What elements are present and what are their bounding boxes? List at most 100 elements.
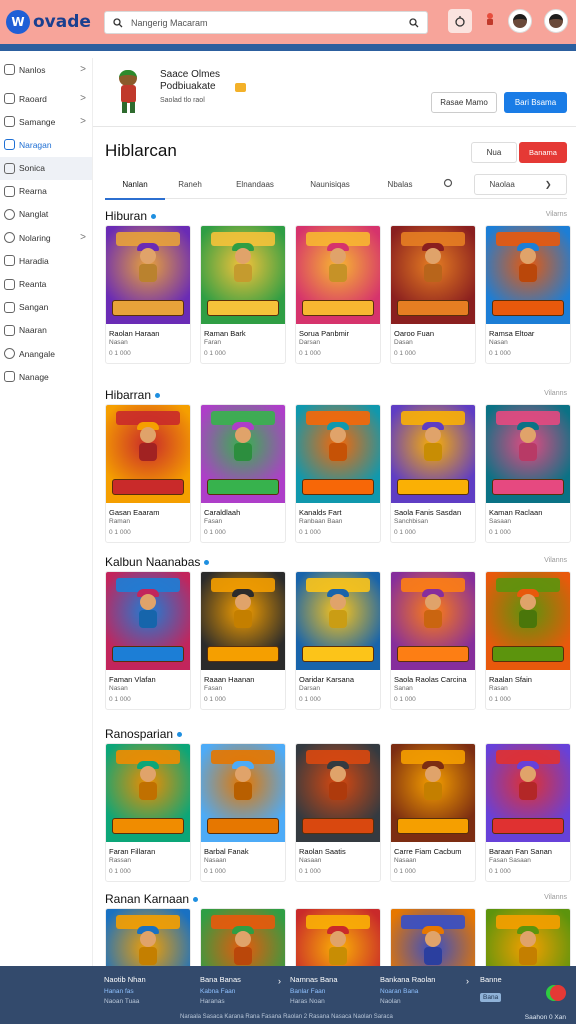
sidebar-item-3[interactable]: Samange > [0,110,92,133]
footer-col-title[interactable]: Bankana Raolan [380,975,435,984]
sidebar-item-8[interactable]: Nolaring > [0,226,92,249]
footer-col-5: Banne Bana [480,975,502,1002]
game-card[interactable]: Saola Raolas Carcina Sanan 0 1 000 [390,571,476,710]
notification-icon[interactable] [448,9,472,33]
game-card[interactable]: Raaan Haanan Fasan 0 1 000 [200,571,286,710]
search-box[interactable] [104,11,428,34]
ghost-button[interactable]: Nua [471,142,517,163]
sidebar-item-4[interactable]: Naragan [0,133,92,156]
game-card[interactable]: Saola Fanis Sasdan Sanchbisan 0 1 000 [390,404,476,543]
sidebar-item-14[interactable]: Nanage [0,365,92,388]
search-input[interactable] [131,17,409,28]
footer-link[interactable]: Banlar Faan [290,988,338,995]
tab-1[interactable]: Nanlan [105,171,165,200]
game-card[interactable]: Raman Bark Faran 0 1 000 [200,225,286,364]
sidebar-item-13[interactable]: Anangale [0,342,92,365]
game-card[interactable]: Gasan Eaaram Raman 0 1 000 [105,404,191,543]
game-card[interactable]: Sorua Panbmir Darsan 0 1 000 [295,225,381,364]
game-card[interactable]: Oaroo Fuan Dasan 0 1 000 [390,225,476,364]
footer-col-title[interactable]: Banne [480,975,502,984]
app-logo[interactable]: W ovade [6,10,91,34]
sort-select[interactable]: Naolaa ❯ [474,174,567,195]
chevron-right-icon: > [80,116,86,128]
game-card[interactable]: Raalan Sfain Rasan 0 1 000 [485,571,571,710]
game-thumbnail [486,572,570,670]
game-thumbnail [296,744,380,842]
floating-chat-button[interactable] [550,985,566,1001]
game-card[interactable]: Kaman Raclaan Sasaan 0 1 000 [485,404,571,543]
game-card[interactable]: Caraldlaah Fasan 0 1 000 [200,404,286,543]
game-card[interactable]: Raolan Saatis Nasaan 0 1 000 [295,743,381,882]
game-card[interactable] [105,908,191,966]
game-card[interactable]: Ramsa Eltoar Nasan 0 1 000 [485,225,571,364]
tab-search-icon[interactable] [443,178,453,191]
footer-link[interactable]: Noaran Bana [380,988,435,995]
section-title: Ranosparian [105,726,567,742]
sidebar-item-label: Sonica [19,163,45,174]
game-title-text: Kaman Raclaan [489,508,543,517]
footer-col-title[interactable]: Namnas Bana [290,975,338,984]
footer-link[interactable]: Haras Noan [290,998,338,1005]
sidebar-item-2[interactable]: Raoard > [0,87,92,110]
footer-col-3: Namnas Bana Banlar Faan Haras Noan [290,975,338,1005]
info-dot-icon [204,559,210,565]
profile-subtitle: Saolad tlo raol [160,97,205,104]
game-card[interactable]: Oaridar Karsana Darsan 0 1 000 [295,571,381,710]
game-card[interactable] [485,908,571,966]
game-card[interactable] [295,908,381,966]
tab-5[interactable]: Nbalas [365,171,435,199]
sidebar-item-11[interactable]: Sangan [0,296,92,319]
sidebar-item-label: Haradia [19,255,49,266]
game-card[interactable] [200,908,286,966]
view-all-link[interactable]: Vilarns [546,211,567,218]
red-action-button[interactable]: Banama [519,142,567,163]
footer: Naotib Nhan Hanan fas Naoan Tuaa Bana Ba… [0,966,576,1024]
game-card[interactable] [390,908,476,966]
grid-icon [4,64,15,75]
game-title: Faran Fillaran Rassan [109,847,189,865]
sidebar-item-label: Rearna [19,186,47,197]
game-card[interactable]: Faman Vlafan Nasan 0 1 000 [105,571,191,710]
sidebar-item-label: Naaran [19,325,47,336]
view-all-link[interactable]: Vilanns [544,390,567,397]
game-card[interactable]: Barbal Fanak Nasaan 0 1 000 [200,743,286,882]
footer-col-title[interactable]: Bana Banas [200,975,241,984]
tab-3[interactable]: Elnandaas [215,171,295,199]
game-subtitle: Sasaan [489,518,512,525]
sidebar-item-9[interactable]: Haradia [0,249,92,272]
sidebar-item-7[interactable]: Nanglat [0,203,92,226]
game-meta: 0 1 000 [109,350,131,357]
search-submit-icon[interactable] [409,17,419,28]
game-title: Oaridar Karsana Darsan [299,675,379,693]
view-all-link[interactable]: Vilanns [544,557,567,564]
secondary-action-button[interactable]: Rasae Mamo [431,92,497,113]
footer-badge[interactable]: Bana [480,993,502,1002]
footer-link[interactable]: Kabna Faan [200,988,241,995]
game-card[interactable]: Carre Fiam Cacbum Nasaan 0 1 000 [390,743,476,882]
sidebar-item-12[interactable]: Naaran [0,319,92,342]
footer-link[interactable]: Haranas [200,998,241,1005]
tab-2[interactable]: Raneh [165,171,215,199]
primary-action-button[interactable]: Bari Bsama [504,92,567,113]
game-card[interactable]: Raolan Haraan Nasan 0 1 000 [105,225,191,364]
game-card[interactable]: Baraan Fan Sanan Fasan Sasaan 0 1 000 [485,743,571,882]
game-card[interactable]: Faran Fillaran Rassan 0 1 000 [105,743,191,882]
footer-link[interactable]: Naolan [380,998,435,1005]
footer-link[interactable]: Naoan Tuaa [104,998,146,1005]
game-thumbnail [106,405,190,503]
sidebar-item-10[interactable]: Reanta [0,273,92,296]
category-icon [4,139,15,151]
user-avatar[interactable] [508,9,532,33]
tab-4[interactable]: Naunisiqas [295,171,365,199]
gift-icon[interactable] [484,12,496,31]
view-all-link[interactable]: Vilanns [544,894,567,901]
sidebar-item-6[interactable]: Rearna [0,180,92,203]
sidebar-item-1[interactable]: Nanlos > [0,58,92,81]
footer-col-title[interactable]: Naotib Nhan [104,975,146,984]
secondary-avatar[interactable] [544,9,568,33]
game-card[interactable]: Kanalds Fart Ranbaan Baan 0 1 000 [295,404,381,543]
footer-link[interactable]: Hanan fas [104,988,146,995]
section-title: Ranan Karnaan [105,891,567,907]
sidebar-item-5[interactable]: Sonica [0,156,92,180]
game-thumbnail [391,226,475,324]
